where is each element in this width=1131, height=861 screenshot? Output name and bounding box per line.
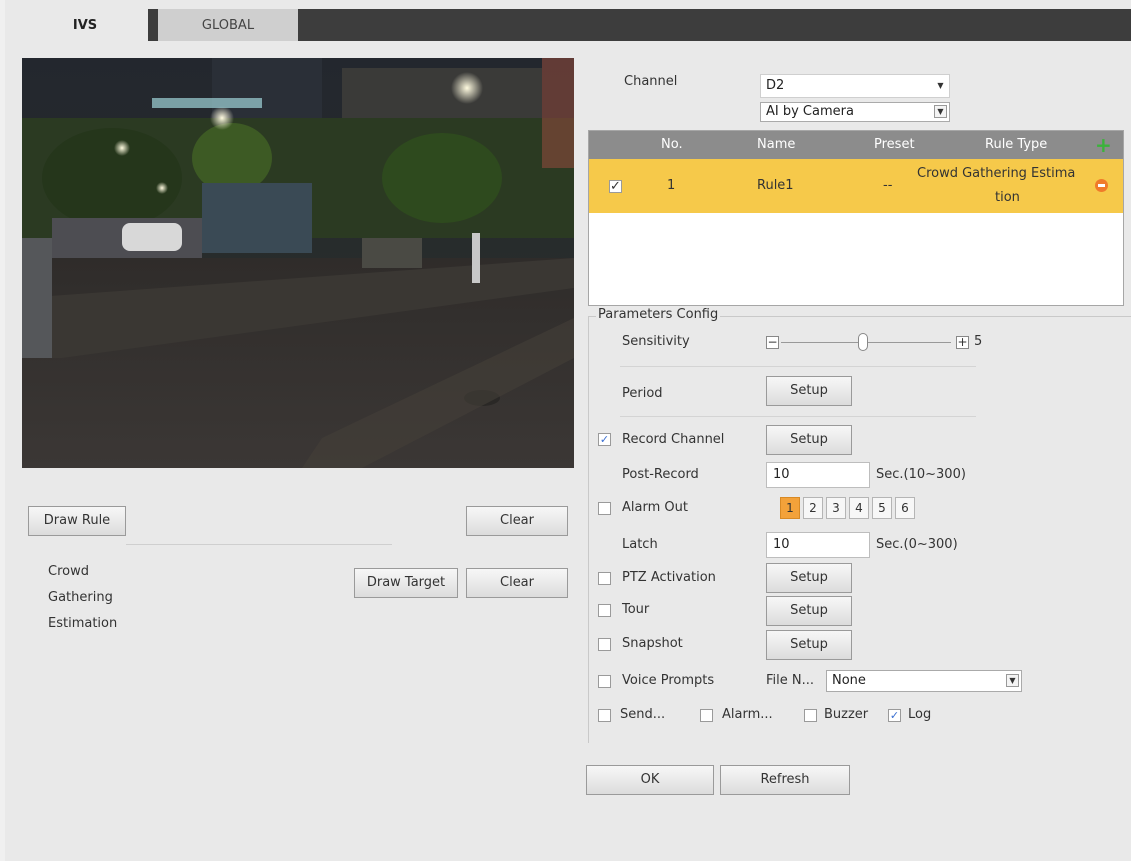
rule-type-line-2: Gathering — [48, 590, 113, 605]
tab-separator — [148, 9, 158, 41]
sensitivity-plus-button[interactable]: + — [956, 336, 969, 349]
chevron-down-icon: ▼ — [937, 81, 944, 90]
row-checkbox[interactable]: ✓ — [609, 180, 622, 193]
alarm-output-3[interactable]: 3 — [826, 497, 846, 519]
latch-unit: Sec.(0~300) — [876, 537, 958, 552]
sensitivity-minus-button[interactable]: − — [766, 336, 779, 349]
post-record-input[interactable]: 10 — [766, 462, 870, 488]
header-no: No. — [661, 137, 683, 152]
send-label: Send... — [620, 707, 666, 722]
channel-value: D2 — [766, 78, 785, 93]
voice-prompts-label: Voice Prompts — [622, 673, 715, 688]
mode-value: AI by Camera — [766, 104, 854, 119]
snapshot-setup-button[interactable]: Setup — [766, 630, 852, 660]
sensitivity-slider-handle[interactable] — [858, 333, 868, 351]
tour-label: Tour — [622, 602, 650, 617]
file-name-label: File N... — [766, 673, 815, 688]
tour-checkbox[interactable] — [598, 604, 611, 617]
ok-button[interactable]: OK — [586, 765, 714, 795]
header-name: Name — [757, 137, 796, 152]
table-header: No. Name Preset Rule Type + — [589, 131, 1123, 159]
row-name: Rule1 — [757, 178, 794, 193]
alarm-label: Alarm... — [722, 707, 773, 722]
divider — [126, 544, 392, 545]
camera-scene-image — [22, 58, 574, 468]
row-rule-type-1: Crowd Gathering Estima — [917, 166, 1076, 181]
snapshot-label: Snapshot — [622, 636, 683, 651]
voice-prompts-checkbox[interactable] — [598, 675, 611, 688]
log-checkbox[interactable]: ✓ — [888, 709, 901, 722]
chevron-down-icon: ▼ — [934, 105, 947, 118]
ptz-setup-button[interactable]: Setup — [766, 563, 852, 593]
buzzer-label: Buzzer — [824, 707, 869, 722]
send-checkbox[interactable] — [598, 709, 611, 722]
record-channel-checkbox[interactable]: ✓ — [598, 433, 611, 446]
latch-label: Latch — [622, 537, 658, 552]
alarm-out-checkbox[interactable] — [598, 502, 611, 515]
ptz-activation-label: PTZ Activation — [622, 570, 716, 585]
tab-global[interactable]: GLOBAL — [158, 9, 298, 41]
record-channel-setup-button[interactable]: Setup — [766, 425, 852, 455]
divider — [620, 366, 976, 367]
latch-input[interactable]: 10 — [766, 532, 870, 558]
header-preset: Preset — [874, 137, 915, 152]
post-record-unit: Sec.(10~300) — [876, 467, 966, 482]
alarm-output-2[interactable]: 2 — [803, 497, 823, 519]
row-no: 1 — [667, 178, 676, 193]
channel-select[interactable]: D2 ▼ — [760, 74, 950, 98]
mode-select[interactable]: AI by Camera ▼ — [760, 102, 950, 122]
chevron-down-icon: ▼ — [1006, 674, 1019, 687]
row-rule-type-2: tion — [995, 190, 1020, 205]
draw-rule-button[interactable]: Draw Rule — [28, 506, 126, 536]
log-label: Log — [908, 707, 932, 722]
rule-type-line-1: Crowd — [48, 564, 89, 579]
header-rule-type: Rule Type — [985, 137, 1048, 152]
table-row[interactable]: ✓ 1 Rule1 -- Crowd Gathering Estima tion — [589, 159, 1123, 213]
alarm-checkbox[interactable] — [700, 709, 713, 722]
add-rule-icon[interactable]: + — [1095, 133, 1112, 157]
video-preview[interactable] — [22, 58, 574, 468]
alarm-output-1[interactable]: 1 — [780, 497, 800, 519]
ptz-activation-checkbox[interactable] — [598, 572, 611, 585]
alarm-output-5[interactable]: 5 — [872, 497, 892, 519]
clear-target-button[interactable]: Clear — [466, 568, 568, 598]
buzzer-checkbox[interactable] — [804, 709, 817, 722]
rule-table: No. Name Preset Rule Type + ✓ 1 Rule1 --… — [588, 130, 1124, 306]
voice-file-select[interactable]: None ▼ — [826, 670, 1022, 692]
alarm-output-6[interactable]: 6 — [895, 497, 915, 519]
tab-ivs[interactable]: IVS — [22, 9, 148, 41]
parameters-config-title: Parameters Config — [596, 307, 721, 322]
post-record-label: Post-Record — [622, 467, 699, 482]
voice-file-value: None — [832, 673, 866, 688]
divider — [620, 416, 976, 417]
period-label: Period — [622, 386, 663, 401]
period-setup-button[interactable]: Setup — [766, 376, 852, 406]
rule-type-line-3: Estimation — [48, 616, 118, 631]
sensitivity-value: 5 — [974, 334, 983, 349]
clear-rule-button[interactable]: Clear — [466, 506, 568, 536]
tour-setup-button[interactable]: Setup — [766, 596, 852, 626]
record-channel-label: Record Channel — [622, 432, 725, 447]
remove-rule-bar — [1098, 184, 1105, 187]
channel-label: Channel — [624, 74, 678, 89]
refresh-button[interactable]: Refresh — [720, 765, 850, 795]
alarm-out-label: Alarm Out — [622, 500, 688, 515]
alarm-output-4[interactable]: 4 — [849, 497, 869, 519]
sensitivity-label: Sensitivity — [622, 334, 690, 349]
snapshot-checkbox[interactable] — [598, 638, 611, 651]
draw-target-button[interactable]: Draw Target — [354, 568, 458, 598]
row-preset: -- — [883, 178, 893, 193]
